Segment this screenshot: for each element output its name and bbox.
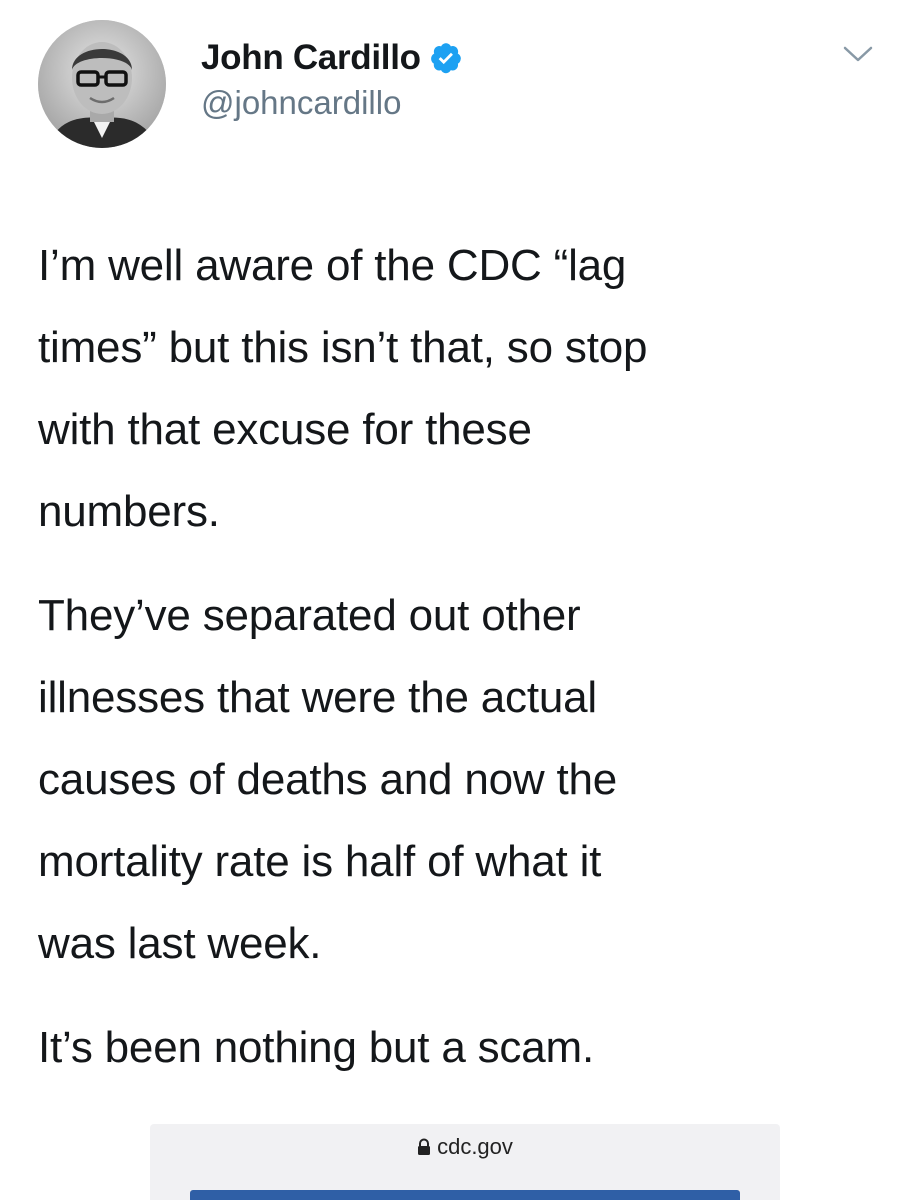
avatar[interactable] [38, 20, 166, 148]
author-identity[interactable]: John Cardillo @johncardillo [201, 38, 463, 122]
verified-badge-icon [429, 41, 463, 75]
avatar-photo [38, 20, 166, 148]
lock-icon [417, 1136, 431, 1155]
tweet: John Cardillo @johncardillo I’m well awa… [0, 0, 915, 1200]
browser-url-bar: cdc.gov [150, 1134, 780, 1160]
attached-image[interactable]: cdc.gov [150, 1124, 780, 1200]
tweet-paragraph-1: I’m well aware of the CDC “lag times” bu… [38, 241, 648, 536]
chevron-down-icon[interactable] [841, 42, 875, 66]
author-handle[interactable]: @johncardillo [201, 84, 463, 122]
display-name-row: John Cardillo [201, 38, 463, 78]
url-text: cdc.gov [437, 1134, 513, 1159]
tweet-header: John Cardillo @johncardillo [38, 20, 875, 150]
tweet-text: I’m well aware of the CDC “lag times” bu… [38, 225, 868, 1111]
tweet-paragraph-3: It’s been nothing but a scam. [38, 1023, 594, 1072]
page-header-strip [190, 1190, 740, 1200]
display-name[interactable]: John Cardillo [201, 38, 421, 78]
tweet-paragraph-2: They’ve separated out other illnesses th… [38, 591, 618, 968]
